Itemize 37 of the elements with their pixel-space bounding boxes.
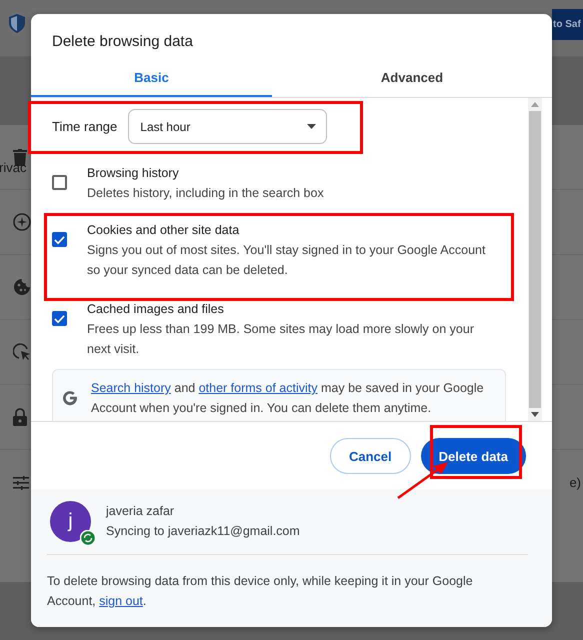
- checkbox[interactable]: [52, 311, 67, 326]
- dialog-title: Delete browsing data: [51, 32, 194, 52]
- info-text: Search history and other forms of activity may be saved in your Google Account when you're signed in. You can delete them anytime.: [91, 380, 485, 417]
- sliders-icon: [13, 476, 29, 490]
- caret-icon: [307, 124, 316, 129]
- sync-status: Syncing to javeriazk11@gmail.com: [106, 523, 300, 540]
- option-description: Frees up less than 199 MB. Some sites may load more slowly on your next visit.: [87, 321, 475, 358]
- activity-link[interactable]: other forms of activity: [198, 381, 318, 395]
- search-history-link[interactable]: Search history: [91, 381, 171, 395]
- sync-badge-icon: [80, 530, 96, 546]
- tab[interactable]: Advanced: [272, 60, 552, 97]
- checkbox[interactable]: [52, 232, 67, 247]
- row-text: e): [569, 475, 581, 490]
- google-g-icon: [62, 390, 78, 406]
- option-title: Browsing history: [87, 165, 180, 182]
- option-description: Signs you out of most sites. You'll stay signed in to your Google Account so your synced data can be deleted.: [87, 242, 486, 279]
- safety-check-button[interactable]: to Saf: [552, 9, 583, 40]
- cookie-icon: [13, 278, 31, 296]
- option-title: Cookies and other site data: [87, 222, 240, 239]
- delete-data-button[interactable]: Delete data: [420, 438, 526, 474]
- cancel-button[interactable]: Cancel: [330, 438, 411, 474]
- account-name: javeria zafar: [106, 503, 176, 520]
- sign-out-link[interactable]: sign out: [99, 594, 143, 608]
- option-title: Cached images and files: [87, 301, 225, 318]
- sparkle-circle-icon: [13, 213, 31, 231]
- cursor-circle-icon: [13, 343, 31, 361]
- time-range-label: Time range: [52, 119, 118, 134]
- scrollbar[interactable]: [528, 98, 542, 421]
- tab[interactable]: Basic: [31, 60, 272, 97]
- scroll-down-icon[interactable]: [531, 412, 539, 417]
- option-description: Deletes history, including in the search box: [87, 185, 325, 202]
- lock-icon: [13, 408, 27, 426]
- pointer-arrow: [396, 460, 450, 500]
- shield-icon: [9, 14, 25, 33]
- time-range-dropdown[interactable]: Last hour: [128, 109, 328, 144]
- sign-out-note: To delete browsing data from this device only, while keeping it in your Google Account, sign out.: [47, 573, 474, 610]
- checkbox[interactable]: [52, 175, 67, 190]
